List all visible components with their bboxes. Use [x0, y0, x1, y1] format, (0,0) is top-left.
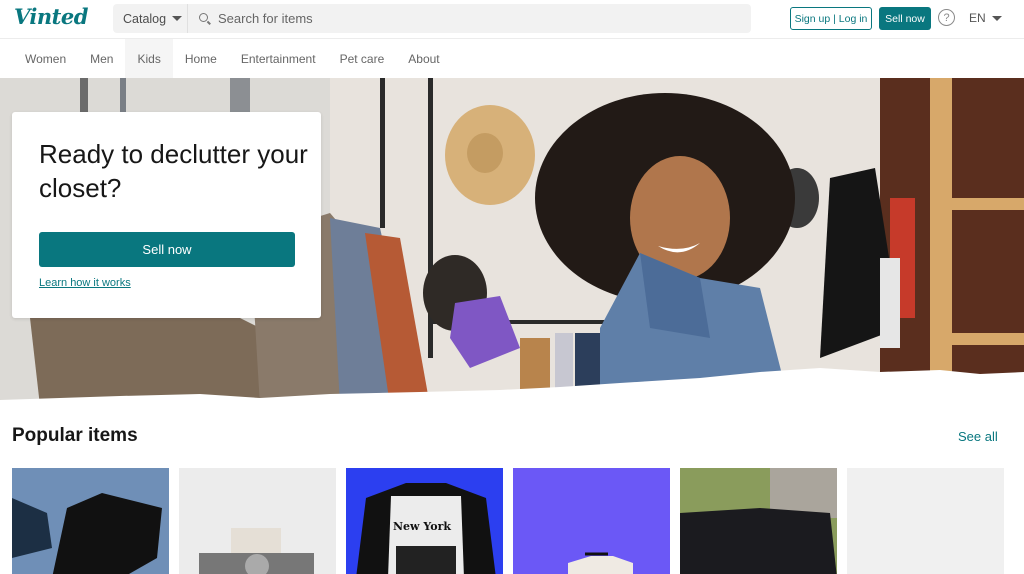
- item-card-placeholder[interactable]: [847, 468, 1004, 574]
- nav-item-about[interactable]: About: [396, 39, 451, 78]
- item-image: New York: [346, 468, 503, 574]
- hero-card: Ready to declutter your closet? Sell now…: [12, 112, 321, 318]
- language-label: EN: [969, 11, 986, 25]
- nav-item-home[interactable]: Home: [173, 39, 229, 78]
- tshirt-print-text: New York: [393, 520, 451, 533]
- signup-login-button[interactable]: Sign up | Log in: [790, 7, 872, 30]
- popular-items-list: New York: [12, 468, 1004, 574]
- category-nav: Women Men Kids Home Entertainment Pet ca…: [0, 38, 1024, 78]
- help-icon[interactable]: ?: [938, 9, 955, 26]
- item-image: [680, 468, 837, 574]
- catalog-label: Catalog: [123, 11, 167, 26]
- search-icon: [198, 12, 212, 26]
- item-card[interactable]: [680, 468, 837, 574]
- hero-banner: Ready to declutter your closet? Sell now…: [0, 78, 1024, 406]
- item-image: [513, 468, 670, 574]
- vinted-logo[interactable]: Vinted: [14, 4, 88, 29]
- language-selector[interactable]: EN: [969, 11, 1002, 25]
- see-all-link[interactable]: See all: [958, 429, 998, 444]
- hero-sell-now-button[interactable]: Sell now: [39, 232, 295, 267]
- catalog-dropdown[interactable]: Catalog: [113, 4, 188, 33]
- search-bar: Catalog: [113, 4, 751, 33]
- item-image: [12, 468, 169, 574]
- header-sell-now-button[interactable]: Sell now: [879, 7, 931, 30]
- item-card[interactable]: New York: [346, 468, 503, 574]
- nav-item-kids[interactable]: Kids: [125, 39, 173, 78]
- popular-items-title: Popular items: [12, 425, 138, 446]
- hero-title: Ready to declutter your closet?: [39, 139, 308, 203]
- nav-item-entertainment[interactable]: Entertainment: [229, 39, 328, 78]
- learn-how-it-works-link[interactable]: Learn how it works: [39, 277, 131, 289]
- item-card[interactable]: [12, 468, 169, 574]
- item-image: [179, 468, 336, 574]
- nav-item-men[interactable]: Men: [78, 39, 125, 78]
- item-card[interactable]: [179, 468, 336, 574]
- item-card[interactable]: [513, 468, 670, 574]
- search-input[interactable]: [218, 11, 738, 26]
- chevron-down-icon: [172, 16, 183, 21]
- nav-item-pet-care[interactable]: Pet care: [328, 39, 397, 78]
- top-header: Vinted Catalog Sign up | Log in Sell now…: [0, 0, 1024, 38]
- nav-item-women[interactable]: Women: [13, 39, 78, 78]
- chevron-down-icon: [991, 15, 1002, 21]
- item-image-placeholder: [847, 468, 1004, 574]
